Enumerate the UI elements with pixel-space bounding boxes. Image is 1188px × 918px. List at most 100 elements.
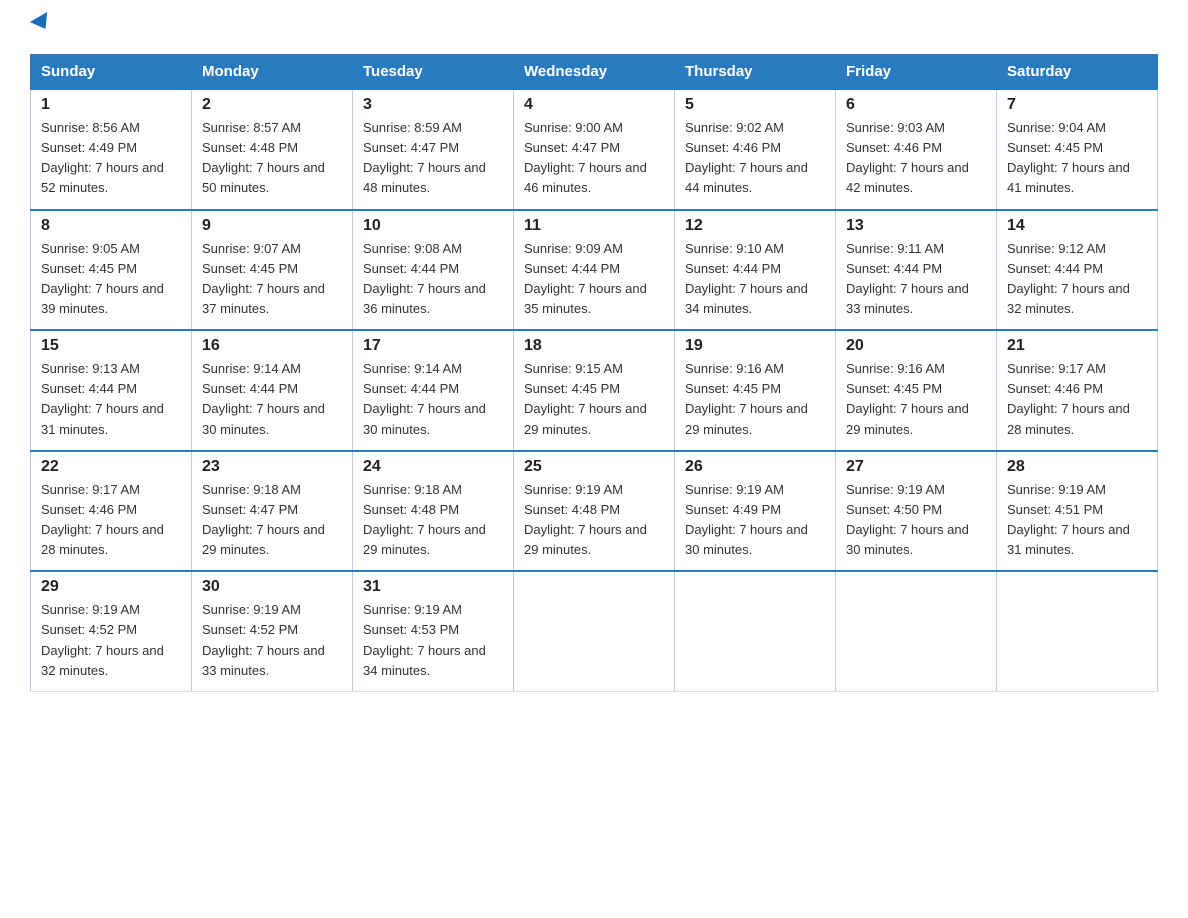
day-info: Sunrise: 9:19 AMSunset: 4:48 PMDaylight:… bbox=[524, 482, 647, 557]
day-number: 12 bbox=[685, 217, 825, 235]
day-number: 5 bbox=[685, 96, 825, 114]
day-number: 20 bbox=[846, 337, 986, 355]
day-number: 23 bbox=[202, 458, 342, 476]
day-number: 10 bbox=[363, 217, 503, 235]
day-info: Sunrise: 9:14 AMSunset: 4:44 PMDaylight:… bbox=[363, 361, 486, 436]
calendar-day-cell: 8 Sunrise: 9:05 AMSunset: 4:45 PMDayligh… bbox=[31, 210, 192, 331]
day-number: 6 bbox=[846, 96, 986, 114]
calendar-day-cell: 24 Sunrise: 9:18 AMSunset: 4:48 PMDaylig… bbox=[353, 451, 514, 572]
day-info: Sunrise: 9:12 AMSunset: 4:44 PMDaylight:… bbox=[1007, 241, 1130, 316]
day-info: Sunrise: 9:05 AMSunset: 4:45 PMDaylight:… bbox=[41, 241, 164, 316]
day-number: 26 bbox=[685, 458, 825, 476]
calendar-day-cell: 18 Sunrise: 9:15 AMSunset: 4:45 PMDaylig… bbox=[514, 330, 675, 451]
day-number: 16 bbox=[202, 337, 342, 355]
calendar-day-cell: 12 Sunrise: 9:10 AMSunset: 4:44 PMDaylig… bbox=[675, 210, 836, 331]
calendar-day-cell: 21 Sunrise: 9:17 AMSunset: 4:46 PMDaylig… bbox=[997, 330, 1158, 451]
calendar-day-cell: 22 Sunrise: 9:17 AMSunset: 4:46 PMDaylig… bbox=[31, 451, 192, 572]
calendar-day-cell: 3 Sunrise: 8:59 AMSunset: 4:47 PMDayligh… bbox=[353, 89, 514, 210]
day-number: 15 bbox=[41, 337, 181, 355]
day-number: 7 bbox=[1007, 96, 1147, 114]
calendar-day-cell: 1 Sunrise: 8:56 AMSunset: 4:49 PMDayligh… bbox=[31, 89, 192, 210]
calendar-day-cell: 6 Sunrise: 9:03 AMSunset: 4:46 PMDayligh… bbox=[836, 89, 997, 210]
day-info: Sunrise: 9:19 AMSunset: 4:53 PMDaylight:… bbox=[363, 602, 486, 677]
day-number: 14 bbox=[1007, 217, 1147, 235]
calendar-week-row: 1 Sunrise: 8:56 AMSunset: 4:49 PMDayligh… bbox=[31, 89, 1158, 210]
day-info: Sunrise: 9:15 AMSunset: 4:45 PMDaylight:… bbox=[524, 361, 647, 436]
calendar-day-cell: 17 Sunrise: 9:14 AMSunset: 4:44 PMDaylig… bbox=[353, 330, 514, 451]
calendar-day-cell bbox=[836, 571, 997, 691]
calendar-day-cell: 13 Sunrise: 9:11 AMSunset: 4:44 PMDaylig… bbox=[836, 210, 997, 331]
day-info: Sunrise: 9:10 AMSunset: 4:44 PMDaylight:… bbox=[685, 241, 808, 316]
calendar-day-cell: 2 Sunrise: 8:57 AMSunset: 4:48 PMDayligh… bbox=[192, 89, 353, 210]
day-number: 13 bbox=[846, 217, 986, 235]
day-info: Sunrise: 8:56 AMSunset: 4:49 PMDaylight:… bbox=[41, 120, 164, 195]
day-of-week-header: Tuesday bbox=[353, 55, 514, 90]
day-info: Sunrise: 9:18 AMSunset: 4:48 PMDaylight:… bbox=[363, 482, 486, 557]
day-info: Sunrise: 8:57 AMSunset: 4:48 PMDaylight:… bbox=[202, 120, 325, 195]
day-info: Sunrise: 9:19 AMSunset: 4:49 PMDaylight:… bbox=[685, 482, 808, 557]
calendar-week-row: 22 Sunrise: 9:17 AMSunset: 4:46 PMDaylig… bbox=[31, 451, 1158, 572]
day-number: 9 bbox=[202, 217, 342, 235]
day-info: Sunrise: 9:16 AMSunset: 4:45 PMDaylight:… bbox=[846, 361, 969, 436]
calendar-table: SundayMondayTuesdayWednesdayThursdayFrid… bbox=[30, 54, 1158, 692]
day-info: Sunrise: 9:02 AMSunset: 4:46 PMDaylight:… bbox=[685, 120, 808, 195]
calendar-day-cell: 28 Sunrise: 9:19 AMSunset: 4:51 PMDaylig… bbox=[997, 451, 1158, 572]
day-number: 17 bbox=[363, 337, 503, 355]
day-info: Sunrise: 9:19 AMSunset: 4:52 PMDaylight:… bbox=[202, 602, 325, 677]
calendar-day-cell: 16 Sunrise: 9:14 AMSunset: 4:44 PMDaylig… bbox=[192, 330, 353, 451]
day-info: Sunrise: 9:14 AMSunset: 4:44 PMDaylight:… bbox=[202, 361, 325, 436]
calendar-day-cell: 15 Sunrise: 9:13 AMSunset: 4:44 PMDaylig… bbox=[31, 330, 192, 451]
day-number: 25 bbox=[524, 458, 664, 476]
day-of-week-header: Monday bbox=[192, 55, 353, 90]
calendar-week-row: 15 Sunrise: 9:13 AMSunset: 4:44 PMDaylig… bbox=[31, 330, 1158, 451]
day-number: 2 bbox=[202, 96, 342, 114]
day-number: 4 bbox=[524, 96, 664, 114]
day-number: 24 bbox=[363, 458, 503, 476]
day-info: Sunrise: 9:07 AMSunset: 4:45 PMDaylight:… bbox=[202, 241, 325, 316]
calendar-day-cell: 31 Sunrise: 9:19 AMSunset: 4:53 PMDaylig… bbox=[353, 571, 514, 691]
day-number: 3 bbox=[363, 96, 503, 114]
day-of-week-header: Thursday bbox=[675, 55, 836, 90]
calendar-day-cell: 26 Sunrise: 9:19 AMSunset: 4:49 PMDaylig… bbox=[675, 451, 836, 572]
day-info: Sunrise: 9:19 AMSunset: 4:51 PMDaylight:… bbox=[1007, 482, 1130, 557]
day-number: 11 bbox=[524, 217, 664, 235]
calendar-day-cell: 23 Sunrise: 9:18 AMSunset: 4:47 PMDaylig… bbox=[192, 451, 353, 572]
day-number: 1 bbox=[41, 96, 181, 114]
day-of-week-header: Friday bbox=[836, 55, 997, 90]
day-number: 22 bbox=[41, 458, 181, 476]
calendar-day-cell: 5 Sunrise: 9:02 AMSunset: 4:46 PMDayligh… bbox=[675, 89, 836, 210]
day-number: 30 bbox=[202, 578, 342, 596]
calendar-day-cell: 7 Sunrise: 9:04 AMSunset: 4:45 PMDayligh… bbox=[997, 89, 1158, 210]
calendar-day-cell: 11 Sunrise: 9:09 AMSunset: 4:44 PMDaylig… bbox=[514, 210, 675, 331]
day-info: Sunrise: 9:13 AMSunset: 4:44 PMDaylight:… bbox=[41, 361, 164, 436]
calendar-day-cell bbox=[675, 571, 836, 691]
calendar-day-cell: 14 Sunrise: 9:12 AMSunset: 4:44 PMDaylig… bbox=[997, 210, 1158, 331]
calendar-day-cell: 27 Sunrise: 9:19 AMSunset: 4:50 PMDaylig… bbox=[836, 451, 997, 572]
day-of-week-header: Saturday bbox=[997, 55, 1158, 90]
day-number: 31 bbox=[363, 578, 503, 596]
day-info: Sunrise: 9:16 AMSunset: 4:45 PMDaylight:… bbox=[685, 361, 808, 436]
logo-triangle-icon bbox=[30, 12, 54, 34]
day-number: 27 bbox=[846, 458, 986, 476]
day-info: Sunrise: 9:00 AMSunset: 4:47 PMDaylight:… bbox=[524, 120, 647, 195]
day-info: Sunrise: 9:09 AMSunset: 4:44 PMDaylight:… bbox=[524, 241, 647, 316]
day-number: 18 bbox=[524, 337, 664, 355]
calendar-day-cell: 9 Sunrise: 9:07 AMSunset: 4:45 PMDayligh… bbox=[192, 210, 353, 331]
calendar-header-row: SundayMondayTuesdayWednesdayThursdayFrid… bbox=[31, 55, 1158, 90]
day-number: 19 bbox=[685, 337, 825, 355]
logo bbox=[30, 20, 52, 34]
day-number: 21 bbox=[1007, 337, 1147, 355]
day-info: Sunrise: 9:18 AMSunset: 4:47 PMDaylight:… bbox=[202, 482, 325, 557]
calendar-day-cell: 10 Sunrise: 9:08 AMSunset: 4:44 PMDaylig… bbox=[353, 210, 514, 331]
day-of-week-header: Sunday bbox=[31, 55, 192, 90]
day-of-week-header: Wednesday bbox=[514, 55, 675, 90]
day-info: Sunrise: 9:08 AMSunset: 4:44 PMDaylight:… bbox=[363, 241, 486, 316]
calendar-week-row: 8 Sunrise: 9:05 AMSunset: 4:45 PMDayligh… bbox=[31, 210, 1158, 331]
day-info: Sunrise: 9:11 AMSunset: 4:44 PMDaylight:… bbox=[846, 241, 969, 316]
day-info: Sunrise: 9:03 AMSunset: 4:46 PMDaylight:… bbox=[846, 120, 969, 195]
day-number: 29 bbox=[41, 578, 181, 596]
calendar-day-cell: 4 Sunrise: 9:00 AMSunset: 4:47 PMDayligh… bbox=[514, 89, 675, 210]
day-info: Sunrise: 9:19 AMSunset: 4:50 PMDaylight:… bbox=[846, 482, 969, 557]
calendar-day-cell: 29 Sunrise: 9:19 AMSunset: 4:52 PMDaylig… bbox=[31, 571, 192, 691]
calendar-day-cell: 20 Sunrise: 9:16 AMSunset: 4:45 PMDaylig… bbox=[836, 330, 997, 451]
